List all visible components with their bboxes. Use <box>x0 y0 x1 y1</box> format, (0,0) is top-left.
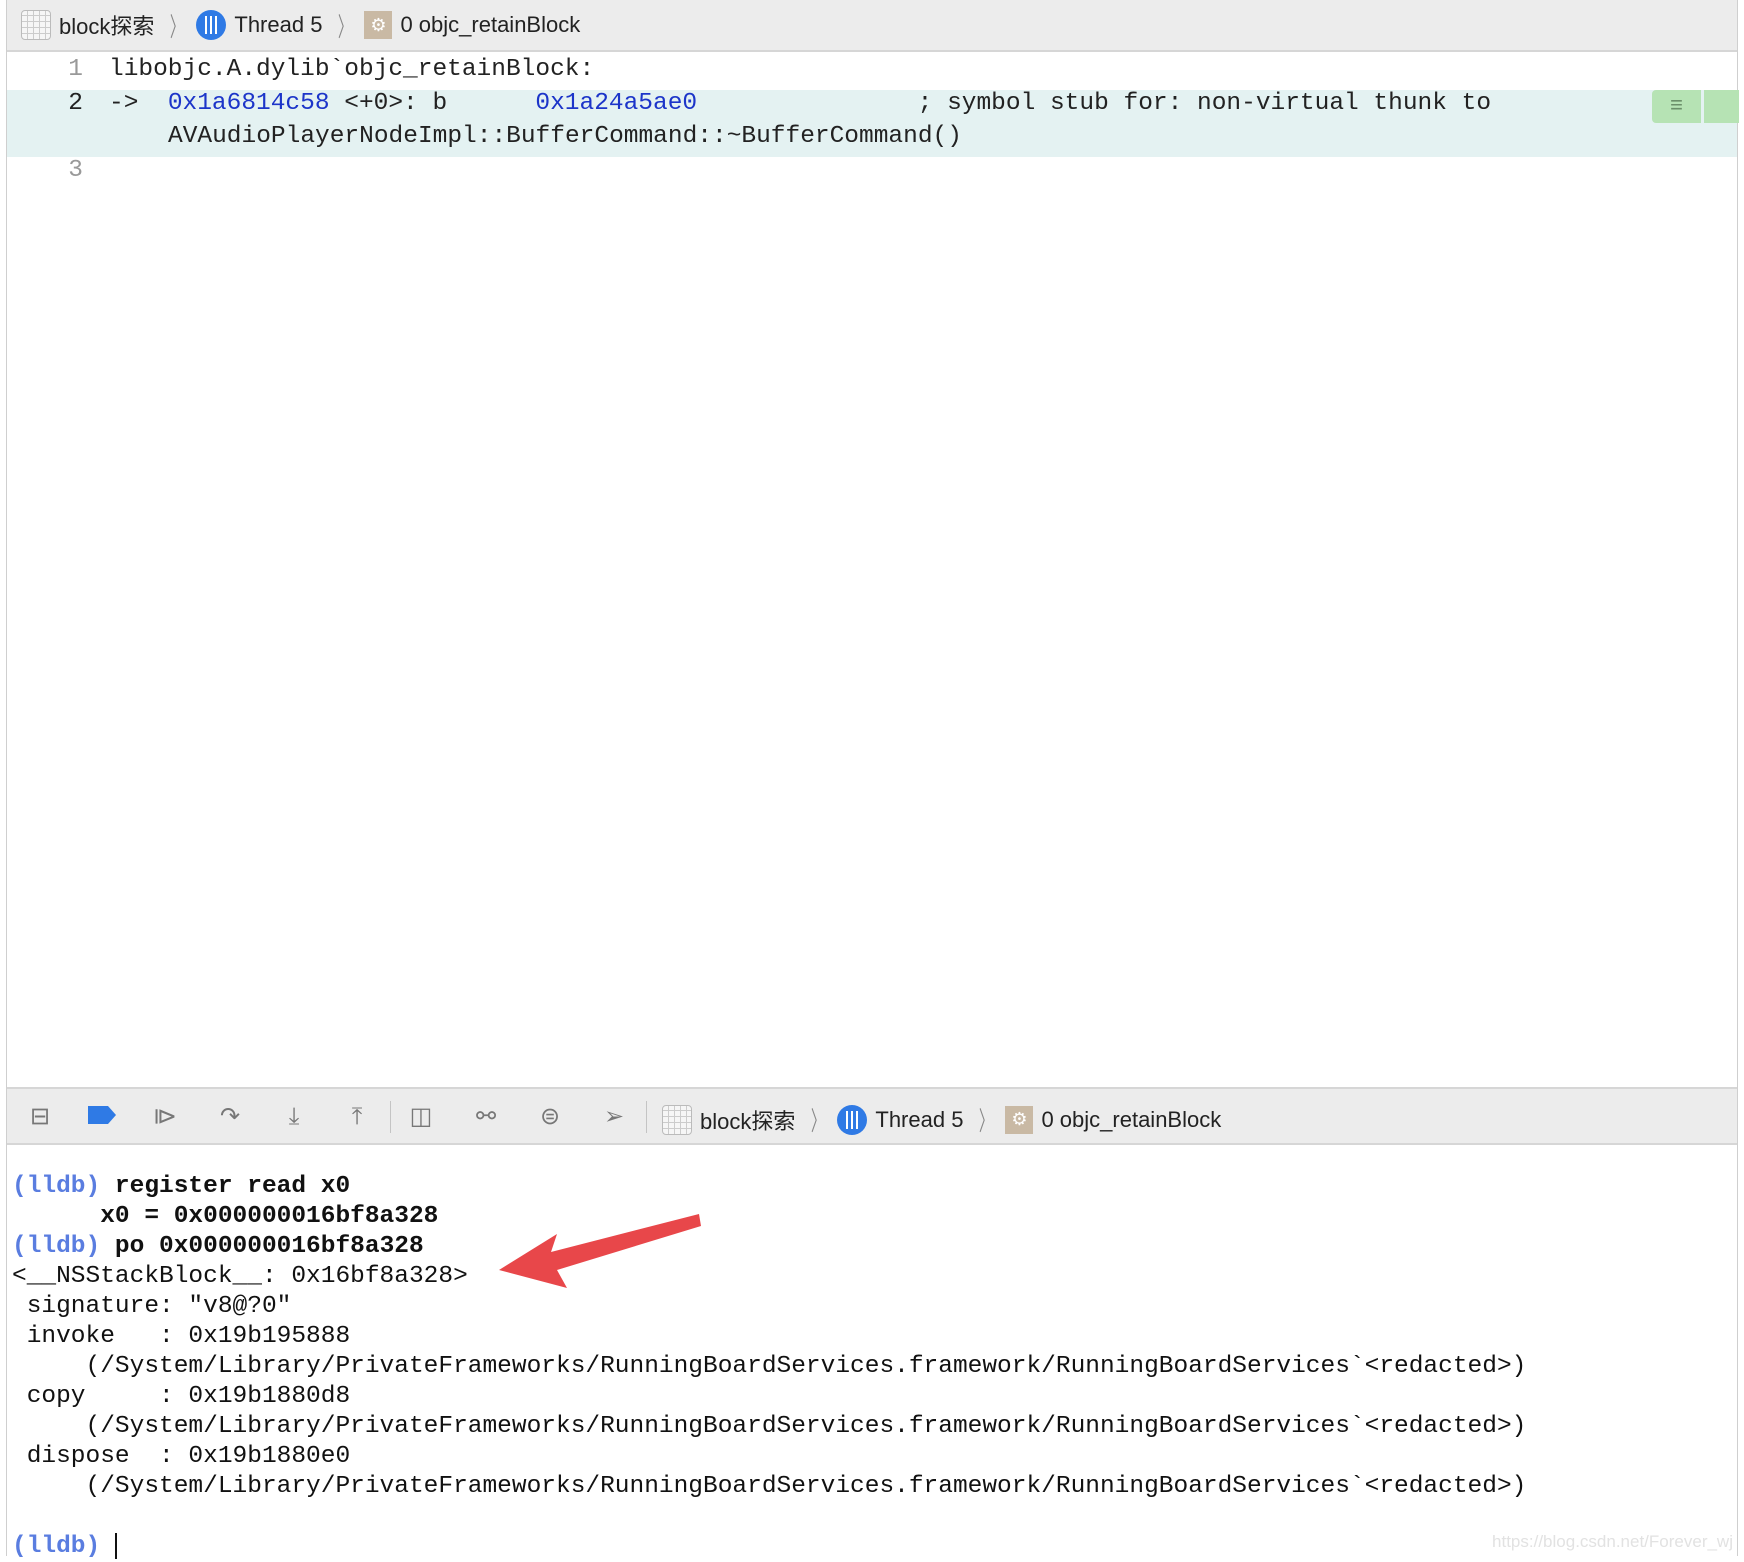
step-out-icon[interactable]: ⤒ <box>342 1103 372 1131</box>
thread-marker-menu-icon[interactable]: ≡ <box>1652 90 1701 123</box>
divider <box>390 1101 391 1133</box>
step-over-icon[interactable]: ↷ <box>215 1103 245 1131</box>
breadcrumb-thread[interactable]: Thread 5 <box>837 1104 963 1135</box>
line-number: 3 <box>68 157 83 184</box>
watermark: https://blog.csdn.net/Forever_wj <box>1492 1532 1733 1551</box>
continue-icon[interactable]: ⧐ <box>150 1103 180 1131</box>
instruction-comment: ; symbol stub for: non-virtual thunk to <box>697 90 1492 117</box>
simulate-location-icon[interactable]: ➢ <box>599 1103 629 1131</box>
line-number: 2 <box>68 90 83 117</box>
step-into-icon[interactable]: ⤓ <box>279 1103 309 1131</box>
breakpoints-toggle-icon[interactable] <box>87 1103 117 1131</box>
hide-console-icon[interactable]: ⊟ <box>25 1103 55 1131</box>
chevron-right-icon: 〉 <box>979 1106 994 1136</box>
text-cursor <box>114 1532 117 1559</box>
chevron-right-icon: 〉 <box>170 11 185 42</box>
breadcrumb-frame[interactable]: ⚙ 0 objc_retainBlock <box>364 11 580 39</box>
line-number: 1 <box>68 56 83 83</box>
project-icon <box>662 1104 692 1135</box>
breadcrumb-thread[interactable]: Thread 5 <box>196 10 322 40</box>
console-line: x0 = 0x000000016bf8a328 <box>12 1203 439 1230</box>
chevron-right-icon: 〉 <box>811 1106 826 1136</box>
project-icon <box>21 10 51 40</box>
pc-arrow: -> <box>109 90 139 117</box>
view-hierarchy-icon[interactable]: ◫ <box>406 1103 436 1131</box>
red-arrow-annotation <box>499 1214 701 1288</box>
chevron-right-icon: 〉 <box>338 11 353 42</box>
console-line: copy : 0x19b1880d8 <box>12 1383 351 1410</box>
console-line: invoke : 0x19b195888 <box>12 1323 351 1350</box>
debug-bar: ⊟ ⧐ ↷ ⤓ ⤒ ◫ ⚯ ⊜ ➢ block探索 〉 Thread 5 〉 ⚙… <box>7 1087 1737 1145</box>
instruction-offset: <+0>: b <box>329 90 536 117</box>
console-line: (/System/Library/PrivateFrameworks/Runni… <box>12 1413 1527 1440</box>
thread-icon <box>837 1104 868 1135</box>
instruction-address: 0x1a6814c58 <box>167 90 330 117</box>
divider <box>646 1101 647 1133</box>
code-line-current: -> 0x1a6814c58 <+0>: b 0x1a24a5ae0 ; sym… <box>109 90 1491 117</box>
gear-icon: ⚙ <box>1005 1105 1034 1134</box>
breadcrumb-project[interactable]: block探索 <box>662 1104 795 1136</box>
console-line: <__NSStackBlock__: 0x16bf8a328> <box>12 1263 468 1290</box>
thread-marker[interactable] <box>1704 90 1739 123</box>
console-line: signature: "v8@?0" <box>12 1293 292 1320</box>
xcode-debug-window: block探索 〉 Thread 5 〉 ⚙ 0 objc_retainBlock… <box>6 0 1739 1560</box>
lldb-console[interactable]: (lldb) register read x0 x0 = 0x000000016… <box>12 1172 1526 1562</box>
console-line: (/System/Library/PrivateFrameworks/Runni… <box>12 1473 1527 1500</box>
jump-bar: block探索 〉 Thread 5 〉 ⚙ 0 objc_retainBlock <box>7 0 1737 52</box>
breadcrumb-project[interactable]: block探索 <box>21 9 154 41</box>
console-line: (/System/Library/PrivateFrameworks/Runni… <box>12 1353 1527 1380</box>
breadcrumb-frame[interactable]: ⚙ 0 objc_retainBlock <box>1005 1105 1221 1134</box>
environment-overrides-icon[interactable]: ⊜ <box>535 1103 565 1131</box>
gear-icon: ⚙ <box>364 11 393 39</box>
memory-graph-icon[interactable]: ⚯ <box>471 1103 501 1131</box>
code-line-continuation: AVAudioPlayerNodeImpl::BufferCommand::~B… <box>168 123 962 150</box>
console-line: (lldb) po 0x000000016bf8a328 <box>12 1233 424 1260</box>
code-line: libobjc.A.dylib`objc_retainBlock: <box>109 56 595 83</box>
console-input-line[interactable]: (lldb) <box>12 1532 1526 1562</box>
console-line: (lldb) register read x0 <box>12 1173 351 1200</box>
console-line: dispose : 0x19b1880e0 <box>12 1443 351 1470</box>
thread-icon <box>196 10 227 40</box>
branch-target: 0x1a24a5ae0 <box>535 90 698 117</box>
